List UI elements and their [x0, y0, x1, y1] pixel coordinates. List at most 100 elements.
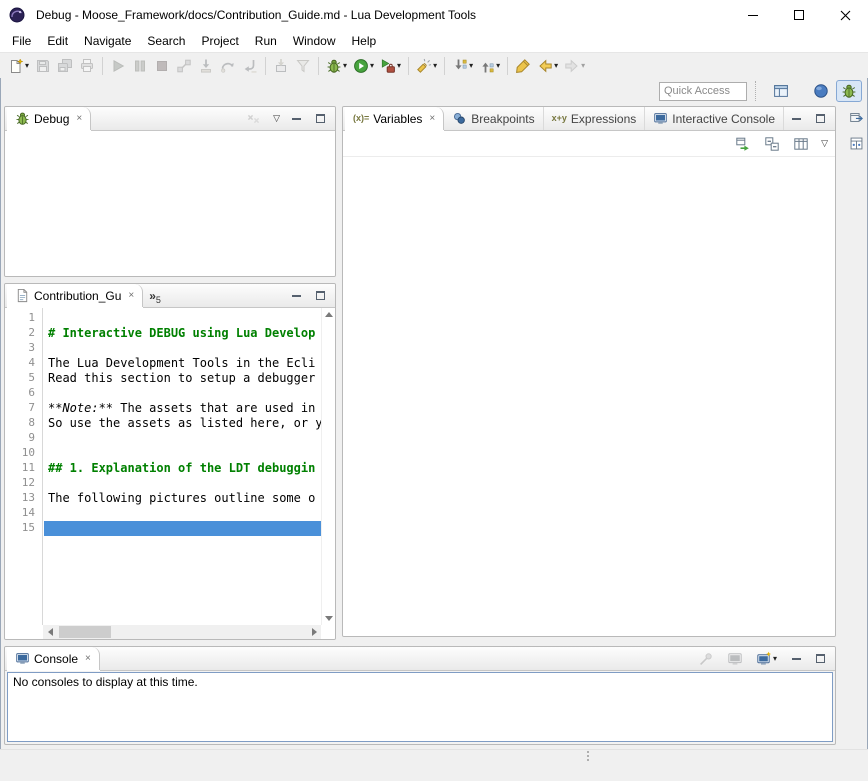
- close-icon[interactable]: ×: [85, 654, 91, 664]
- external-tools-button[interactable]: ▾: [378, 55, 403, 77]
- close-window-button[interactable]: [822, 0, 868, 30]
- tab-debug[interactable]: Debug ×: [7, 107, 91, 130]
- minimized-view-button[interactable]: [847, 134, 865, 152]
- app-icon: [9, 7, 25, 23]
- editor-line[interactable]: **Note:** The assets that are used in: [44, 401, 321, 416]
- restore-views-button[interactable]: [847, 108, 865, 126]
- maximize-view-button[interactable]: [312, 288, 328, 304]
- menu-item-project[interactable]: Project: [193, 30, 246, 52]
- tab-expressions[interactable]: x+yExpressions: [544, 107, 646, 130]
- search-button[interactable]: ▾: [414, 55, 439, 77]
- sash-grip[interactable]: [587, 751, 589, 761]
- editor-line[interactable]: The Lua Development Tools in the Ecli: [44, 356, 321, 371]
- line-number: 5: [5, 371, 42, 386]
- nav-back-icon: [537, 58, 553, 74]
- previous-annotation-button[interactable]: ▾: [477, 55, 502, 77]
- maximize-view-button[interactable]: [812, 651, 828, 667]
- maximize-view-button[interactable]: [812, 111, 828, 127]
- minimize-view-button[interactable]: [788, 111, 804, 127]
- dropdown-arrow-icon: ▾: [397, 62, 401, 70]
- minimize-view-button[interactable]: [288, 288, 304, 304]
- ldt-perspective-button[interactable]: [808, 80, 834, 102]
- show-logical-structure-button[interactable]: [733, 133, 753, 155]
- vars-xeq-icon: (x)=: [353, 114, 369, 123]
- maximize-view-button[interactable]: [312, 111, 328, 127]
- quick-access-input[interactable]: [659, 82, 747, 101]
- menu-item-window[interactable]: Window: [285, 30, 344, 52]
- editor-line[interactable]: # Interactive DEBUG using Lua Develop: [44, 326, 321, 341]
- editor-line[interactable]: [44, 446, 321, 461]
- forward-button: ▾: [562, 55, 587, 77]
- scroll-down-icon[interactable]: [325, 616, 333, 621]
- editor-vertical-scrollbar[interactable]: [321, 308, 335, 625]
- new-wizard-button[interactable]: ▾: [6, 55, 31, 77]
- debug-view-toolbar: [243, 108, 265, 130]
- tab-interactive-console[interactable]: Interactive Console: [645, 107, 784, 130]
- editor-line[interactable]: So use the assets as listed here, or y: [44, 416, 321, 431]
- bug-icon: [326, 58, 342, 74]
- save-button: [33, 55, 53, 77]
- close-icon[interactable]: ×: [128, 291, 134, 301]
- show-columns-button[interactable]: [791, 133, 811, 155]
- back-button[interactable]: ▾: [535, 55, 560, 77]
- editor-line[interactable]: [44, 386, 321, 401]
- tab-breakpoints[interactable]: Breakpoints: [444, 107, 543, 130]
- console-message: No consoles to display at this time.: [8, 673, 832, 691]
- scroll-left-button[interactable]: [43, 625, 57, 639]
- debug-view: Debug × ▽: [4, 106, 336, 277]
- line-number: 9: [5, 431, 42, 446]
- display-selected-console-button: [725, 648, 745, 670]
- open-console-button[interactable]: ▾: [754, 648, 779, 670]
- view-menu-icon[interactable]: ▽: [273, 114, 280, 123]
- close-icon[interactable]: ×: [429, 114, 435, 124]
- minimize-view-button[interactable]: [288, 111, 304, 127]
- line-number: 12: [5, 476, 42, 491]
- menu-item-search[interactable]: Search: [139, 30, 193, 52]
- editor-line[interactable]: [44, 506, 321, 521]
- view-menu-icon[interactable]: ▽: [821, 139, 828, 148]
- tab-console[interactable]: Console ×: [7, 647, 100, 670]
- toolbar-separator: [444, 57, 445, 75]
- next-annotation-button[interactable]: ▾: [450, 55, 475, 77]
- scroll-up-icon[interactable]: [325, 312, 333, 317]
- debug-perspective-button[interactable]: [836, 80, 862, 102]
- minimize-window-button[interactable]: [730, 0, 776, 30]
- editor-tab-overflow[interactable]: » 5: [143, 284, 167, 307]
- editor-tabbar: Contribution_Gu × » 5: [5, 284, 335, 308]
- scroll-right-button[interactable]: [307, 625, 321, 639]
- open-perspective-button[interactable]: [768, 80, 794, 102]
- editor-line[interactable]: The following pictures outline some o: [44, 491, 321, 506]
- ann-next-icon: [452, 58, 468, 74]
- editor-line[interactable]: [44, 311, 321, 326]
- menu-item-help[interactable]: Help: [344, 30, 385, 52]
- tab-contribution-guide[interactable]: Contribution_Gu ×: [7, 284, 143, 307]
- debug-button[interactable]: ▾: [324, 55, 349, 77]
- editor-line[interactable]: [44, 341, 321, 356]
- menu-item-run[interactable]: Run: [247, 30, 285, 52]
- editor-line[interactable]: [44, 431, 321, 446]
- collapse-all-button[interactable]: [762, 133, 782, 155]
- suspend-button: [130, 55, 150, 77]
- run-button[interactable]: ▾: [351, 55, 376, 77]
- menu-item-edit[interactable]: Edit: [39, 30, 76, 52]
- close-icon[interactable]: ×: [76, 114, 82, 124]
- scrollbar-thumb[interactable]: [59, 626, 111, 638]
- menu-item-file[interactable]: File: [4, 30, 39, 52]
- run-circle-icon: [353, 58, 369, 74]
- editor-line[interactable]: [44, 476, 321, 491]
- editor-line[interactable]: ## 1. Explanation of the LDT debuggin: [44, 461, 321, 476]
- last-edit-location-button[interactable]: [513, 55, 533, 77]
- nav-forward-icon: [564, 58, 580, 74]
- dropdown-arrow-icon: ▾: [370, 62, 374, 70]
- menu-item-navigate[interactable]: Navigate: [76, 30, 139, 52]
- dropdown-arrow-icon: ▾: [773, 655, 777, 663]
- editor-horizontal-scrollbar[interactable]: [43, 625, 321, 639]
- editor-line[interactable]: [44, 521, 321, 536]
- editor-text-area[interactable]: # Interactive DEBUG using Lua Develop The…: [44, 308, 321, 625]
- terminate-button: [152, 55, 172, 77]
- editor-line[interactable]: Read this section to setup a debugger: [44, 371, 321, 386]
- minimize-view-button[interactable]: [788, 651, 804, 667]
- maximize-window-button[interactable]: [776, 0, 822, 30]
- ext-tools-icon: [380, 58, 396, 74]
- tab-variables[interactable]: (x)=Variables×: [345, 107, 444, 130]
